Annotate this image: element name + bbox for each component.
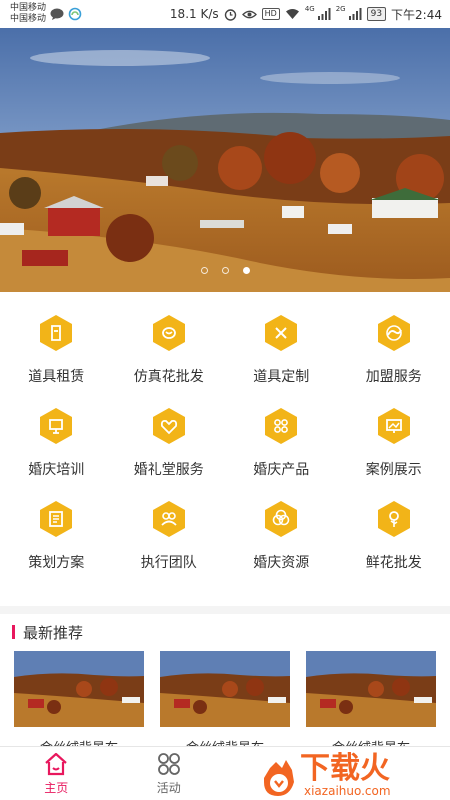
grid-item-label: 婚礼堂服务 (133, 462, 204, 478)
nav-activity-label: 活动 (156, 780, 181, 795)
grid-item-label: 婚庆资源 (253, 555, 310, 571)
training-icon (40, 408, 73, 444)
grid-item-5[interactable]: 婚庆培训 (0, 393, 113, 486)
grid-item-label: 仿真花批发 (133, 369, 204, 385)
status-right: 18.1 K/s HD 4G 2G 93 下午2:44 (169, 5, 442, 23)
banner-image (0, 28, 450, 292)
grid-item-11[interactable]: 婚庆资源 (225, 486, 338, 579)
carousel-dot-1[interactable] (200, 267, 208, 274)
grid-item-9[interactable]: 策划方案 (0, 486, 113, 579)
carrier-1: 中国移动 (10, 3, 47, 13)
service-grid: 道具租赁 仿真花批发 道具定制 加盟服务婚庆培训 婚礼堂服务 婚庆产品 案例展示策划方案 执行… (0, 300, 450, 579)
props-rental-icon (40, 315, 73, 351)
products-icon (265, 408, 298, 444)
card-thumbnail (160, 651, 290, 727)
case-showcase-icon (377, 408, 410, 444)
nav-home-label: 主页 (44, 780, 69, 795)
grid-item-4[interactable]: 加盟服务 (338, 300, 450, 393)
battery-indicator: 93 (366, 7, 387, 21)
grid-item-2[interactable]: 仿真花批发 (113, 300, 226, 393)
recommend-card-2[interactable]: 金丝绒背景布 (160, 651, 290, 751)
section-divider (0, 606, 450, 614)
nav-home[interactable]: 主页 (0, 747, 113, 800)
network-type-1: 4G (304, 5, 315, 13)
svg-text:xiazaihuo.com: xiazaihuo.com (304, 784, 391, 798)
recommend-card-1[interactable]: 金丝绒背景布 (14, 651, 144, 751)
network-speed: 18.1 K/s (169, 7, 219, 21)
grid-item-label: 鲜花批发 (365, 555, 422, 571)
app-screen: 中国移动 中国移动 18.1 K/s HD 4G 2G 93 下午2:44 道具… (0, 0, 450, 800)
grid-item-label: 婚庆产品 (253, 462, 310, 478)
team-icon (152, 501, 185, 537)
signal-icon-1 (317, 8, 331, 20)
activity-grid-icon (157, 752, 180, 775)
grid-item-6[interactable]: 婚礼堂服务 (113, 393, 226, 486)
carousel-dots (0, 267, 450, 274)
status-bar: 中国移动 中国移动 18.1 K/s HD 4G 2G 93 下午2:44 (0, 0, 450, 28)
planning-icon (40, 501, 73, 537)
carousel-dot-3[interactable] (242, 267, 250, 274)
grid-item-label: 道具定制 (253, 369, 310, 385)
props-custom-icon (265, 315, 298, 351)
eye-icon (241, 10, 257, 18)
nav-activity[interactable]: 活动 (113, 747, 226, 800)
carrier-info: 中国移动 中国移动 (10, 3, 46, 25)
status-left: 中国移动 中国移动 (10, 3, 82, 25)
section-header: 最新推荐 (12, 622, 83, 642)
grid-item-label: 案例展示 (365, 462, 422, 478)
grid-item-8[interactable]: 案例展示 (338, 393, 450, 486)
grid-item-label: 婚庆培训 (28, 462, 85, 478)
clock: 下午2:44 (391, 7, 442, 22)
grid-item-7[interactable]: 婚庆产品 (225, 393, 338, 486)
grid-item-12[interactable]: 鲜花批发 (338, 486, 450, 579)
wedding-hall-icon (152, 408, 185, 444)
grid-item-3[interactable]: 道具定制 (225, 300, 338, 393)
carrier-2: 中国移动 (10, 14, 47, 24)
carousel-dot-2[interactable] (221, 267, 229, 274)
recommend-card-3[interactable]: 金丝绒背景布 (306, 651, 436, 751)
grid-item-label: 策划方案 (28, 555, 85, 571)
grid-item-10[interactable]: 执行团队 (113, 486, 226, 579)
wifi-icon (285, 9, 299, 19)
artificial-flower-icon (152, 315, 185, 351)
grid-item-label: 加盟服务 (365, 369, 422, 385)
fresh-flower-icon (377, 501, 410, 537)
svg-text:下载火: 下载火 (300, 751, 390, 786)
card-thumbnail (306, 651, 436, 727)
grid-item-label: 道具租赁 (28, 369, 85, 385)
cloud-sync-icon (68, 7, 82, 21)
grid-item-label: 执行团队 (140, 555, 197, 571)
section-title: 最新推荐 (23, 623, 84, 642)
resources-icon (265, 501, 298, 537)
chat-bubble-icon (50, 8, 64, 20)
card-thumbnail (14, 651, 144, 727)
signal-icon-2 (348, 8, 362, 20)
section-accent-bar (12, 625, 15, 639)
banner-carousel[interactable] (0, 28, 450, 292)
recommend-list: 金丝绒背景布金丝绒背景布金丝绒背景布 (14, 651, 450, 751)
hd-badge: HD (261, 8, 280, 20)
franchise-icon (377, 315, 410, 351)
network-type-2: 2G (335, 5, 346, 13)
home-icon (45, 752, 67, 775)
alarm-icon (224, 8, 236, 21)
xiazaihuo-watermark-logo: 下载火 xiazaihuo.com (264, 751, 391, 798)
grid-item-1[interactable]: 道具租赁 (0, 300, 113, 393)
